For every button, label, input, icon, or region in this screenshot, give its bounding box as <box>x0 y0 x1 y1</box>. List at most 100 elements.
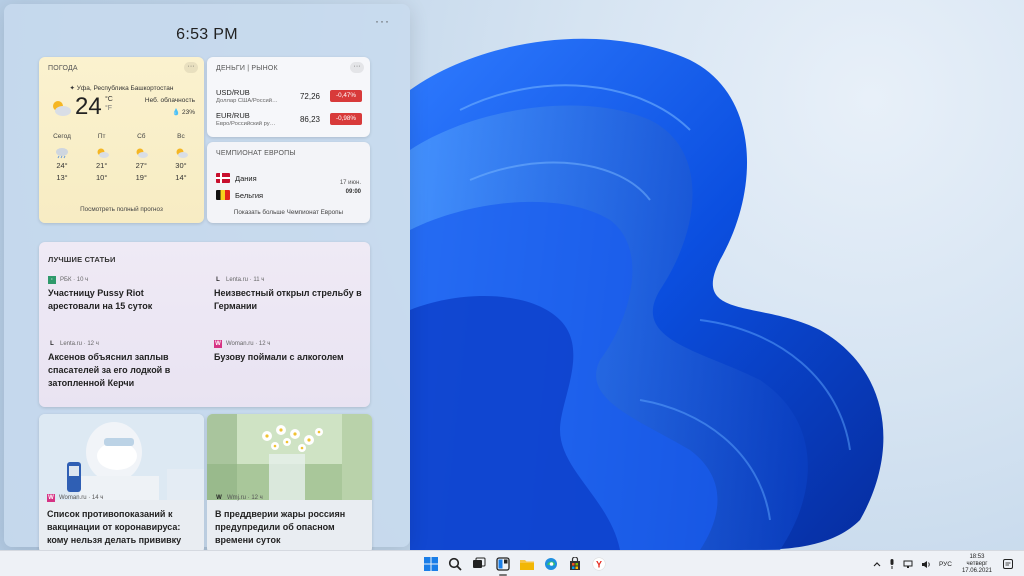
search-icon[interactable] <box>443 555 467 573</box>
team-row: Бельгия <box>216 188 263 202</box>
euro-title: ЧЕМПИОНАТ ЕВРОПЫ <box>216 150 296 157</box>
news-photo-card[interactable]: W Wmj.ru · 12 ч В преддверии жары россия… <box>207 414 372 554</box>
weather-forecast: Сегод 24° 13° Пт 21° 10° Сб 27° 19° Вс 3… <box>47 133 196 185</box>
forecast-day: Сегод 24° 13° <box>47 133 77 185</box>
weather-title: ПОГОДА <box>48 65 78 72</box>
forecast-day: Сб 27° 19° <box>126 133 156 185</box>
article-headline[interactable]: Аксенов объяснил заплыв спасателей за ег… <box>48 351 198 390</box>
match-date: 17 июн. <box>339 180 361 186</box>
forecast-low: 13° <box>56 173 68 182</box>
task-view-icon[interactable] <box>467 555 491 573</box>
currency-pair: EUR/RUB <box>216 111 250 120</box>
euro-championship-card[interactable]: ЧЕМПИОНАТ ЕВРОПЫ Дания Бельгия 17 июн. 0… <box>207 142 370 223</box>
weather-more-button[interactable]: ··· <box>184 62 198 73</box>
file-explorer-icon[interactable] <box>515 555 539 573</box>
clock-time: 18:53 <box>969 553 985 560</box>
clock-day: четверг <box>966 560 988 567</box>
panel-time: 6:53 PM <box>176 26 238 43</box>
article-source-text: Lenta.ru · 12 ч <box>60 341 99 347</box>
weather-condition: Неб. облачность <box>144 97 195 104</box>
team-name: Дания <box>235 173 257 183</box>
microphone-icon[interactable] <box>889 559 895 569</box>
yandex-browser-icon[interactable]: Y <box>587 555 611 573</box>
article-headline[interactable]: Бузову поймали с алкоголем <box>214 351 364 364</box>
match-time: 09:00 <box>345 189 361 195</box>
forecast-high: 27° <box>135 161 147 170</box>
store-icon[interactable] <box>563 555 587 573</box>
partly-sunny-icon <box>166 145 196 161</box>
article-source: L Lenta.ru · 11 ч <box>214 275 364 285</box>
article-item[interactable]: · РБК · 10 ч Участницу Pussy Riot аресто… <box>48 275 198 313</box>
forecast-day: Пт 21° 10° <box>87 133 117 185</box>
unit-celsius[interactable]: °C <box>105 95 113 104</box>
belgium-flag-icon <box>216 190 230 200</box>
daisies-photo <box>207 414 372 500</box>
clock-date: 17.06.2021 <box>961 567 992 574</box>
currency-pair: USD/RUB <box>216 88 250 97</box>
rain-cloud-icon <box>47 145 77 161</box>
match-datetime: 17 июн. 09:00 <box>340 179 361 197</box>
currency-value: 72,26 <box>299 92 320 101</box>
article-source: W Woman.ru · 12 ч <box>214 339 364 349</box>
taskbar: Y РУС 18:53 четверг 17.06.2021 <box>0 550 1024 576</box>
forecast-low: 19° <box>135 173 147 182</box>
currency-description: Доллар США/Россий… <box>216 98 278 104</box>
article-headline[interactable]: Участницу Pussy Riot арестовали на 15 су… <box>48 287 198 313</box>
widgets-icon[interactable] <box>491 555 515 576</box>
article-source-text: РБК · 10 ч <box>60 277 89 283</box>
volume-icon[interactable] <box>921 560 931 569</box>
team-row: Дания <box>216 171 257 185</box>
news-photo-card[interactable]: W Woman.ru · 14 ч Список противопоказани… <box>39 414 204 554</box>
taskbar-apps: Y <box>419 555 611 576</box>
weather-card[interactable]: ПОГОДА ··· ✦ Уфа, Республика Башкортоста… <box>39 57 204 223</box>
forecast-low: 10° <box>95 173 108 182</box>
forecast-high: 21° <box>95 161 108 170</box>
photo-card-source-text: Woman.ru · 14 ч <box>59 495 104 501</box>
chevron-up-icon[interactable] <box>873 561 881 567</box>
article-item[interactable]: L Lenta.ru · 11 ч Неизвестный открыл стр… <box>214 275 364 313</box>
partly-cloudy-icon <box>53 101 71 116</box>
forecast-day-name: Сб <box>137 133 146 140</box>
forecast-low: 14° <box>175 173 187 182</box>
photo-card-headline[interactable]: Список противопоказаний к вакцинации от … <box>47 508 198 547</box>
forecast-high: 24° <box>56 161 68 170</box>
article-item[interactable]: W Woman.ru · 12 ч Бузову поймали с алког… <box>214 339 364 364</box>
taskbar-clock[interactable]: 18:53 четверг 17.06.2021 <box>962 554 992 575</box>
unit-fahrenheit[interactable]: °F <box>105 104 113 113</box>
input-language[interactable]: РУС <box>939 561 952 568</box>
market-more-button[interactable]: ··· <box>350 62 364 73</box>
forecast-day-name: Сегод <box>53 133 71 140</box>
forecast-day: Вс 30° 14° <box>166 133 196 185</box>
weather-unit-toggle[interactable]: °C °F <box>105 95 113 113</box>
article-source: · РБК · 10 ч <box>48 275 198 285</box>
article-item[interactable]: L Lenta.ru · 12 ч Аксенов объяснил заплы… <box>48 339 198 390</box>
photo-card-source: W Woman.ru · 14 ч <box>47 494 103 502</box>
system-tray: РУС 18:53 четверг 17.06.2021 <box>869 553 1018 575</box>
market-title: ДЕНЬГИ | РЫНОК <box>216 65 278 72</box>
vaccination-photo <box>39 414 204 500</box>
forecast-day-name: Пт <box>97 133 106 140</box>
womanru-logo-icon: W <box>47 494 55 502</box>
market-row[interactable]: USD/RUB Доллар США/Россий… 72,26 -0,47% <box>216 88 362 112</box>
article-source-text: Woman.ru · 12 ч <box>226 341 271 347</box>
partly-sunny-icon <box>126 145 156 161</box>
full-forecast-link[interactable]: Посмотреть полный прогноз <box>39 206 204 213</box>
windows-start-icon[interactable] <box>419 555 443 573</box>
photo-card-source-text: Wmj.ru · 12 ч <box>227 495 263 501</box>
euro-more-link[interactable]: Показать больше Чемпионат Европы <box>207 209 370 216</box>
denmark-flag-icon <box>216 173 230 183</box>
photo-card-headline[interactable]: В преддверии жары россиян предупредили о… <box>215 508 366 547</box>
network-icon[interactable] <box>903 560 913 569</box>
panel-more-button[interactable]: ··· <box>375 14 390 28</box>
womanru-logo-icon: W <box>214 340 222 348</box>
currency-description: Евро/Российский ру… <box>216 121 276 127</box>
svg-text:Y: Y <box>596 560 602 570</box>
market-card[interactable]: ДЕНЬГИ | РЫНОК ··· USD/RUB Доллар США/Ро… <box>207 57 370 137</box>
edge-icon[interactable] <box>539 555 563 573</box>
market-row[interactable]: EUR/RUB Евро/Российский ру… 86,23 -0,98% <box>216 111 362 135</box>
top-articles-card: ЛУЧШИЕ СТАТЬИ · РБК · 10 ч Участницу Pus… <box>39 242 370 407</box>
article-headline[interactable]: Неизвестный открыл стрельбу в Германии <box>214 287 364 313</box>
article-source: L Lenta.ru · 12 ч <box>48 339 198 349</box>
rbc-logo-icon: · <box>48 276 56 284</box>
notifications-icon[interactable] <box>1002 558 1014 570</box>
